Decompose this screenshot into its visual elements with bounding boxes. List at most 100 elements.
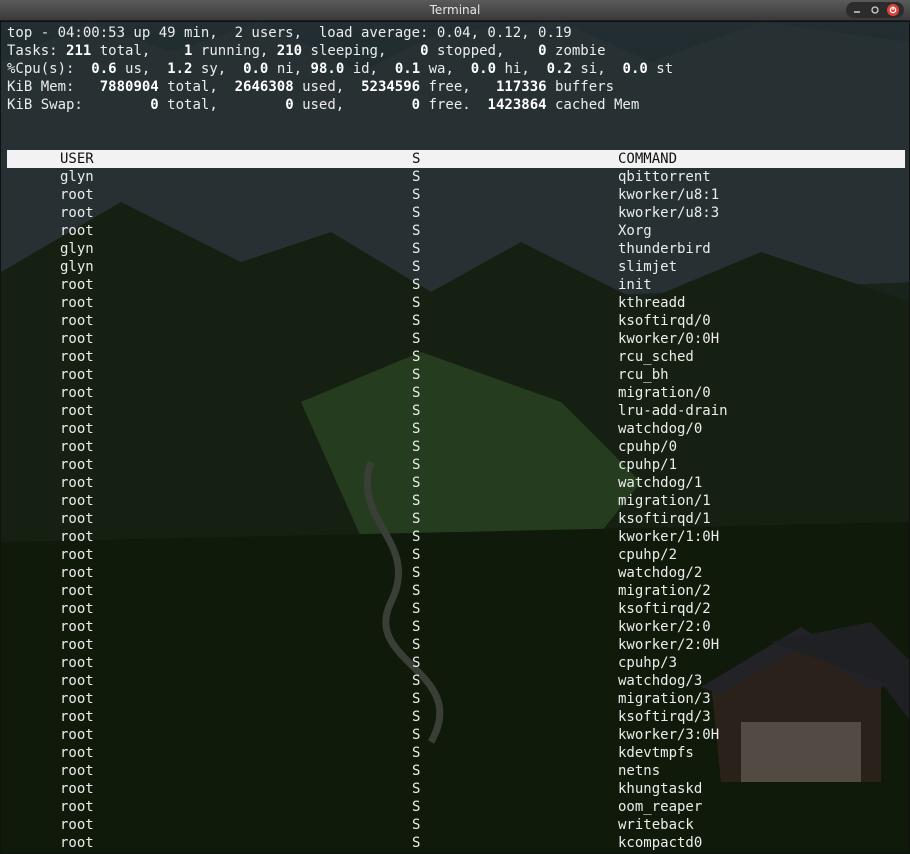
- minimize-button[interactable]: [851, 4, 863, 16]
- cell-command: qbittorrent: [618, 169, 711, 185]
- cell-command: migration/0: [618, 385, 711, 401]
- cell-s: S: [412, 439, 421, 455]
- cell-command: ksoftirqd/2: [618, 601, 711, 617]
- window-titlebar[interactable]: Terminal: [0, 0, 910, 21]
- mem-line: KiB Mem: 7880904 total, 2646308 used, 52…: [7, 79, 615, 95]
- cell-user: root: [60, 367, 94, 383]
- cell-command: kthreadd: [618, 295, 686, 311]
- cell-user: root: [60, 349, 94, 365]
- cell-s: S: [412, 583, 421, 599]
- cell-command: cpuhp/2: [618, 547, 678, 563]
- cell-user: root: [60, 205, 94, 221]
- cell-command: kworker/u8:1: [618, 187, 720, 203]
- cell-s: S: [412, 223, 421, 239]
- cell-command: netns: [618, 763, 661, 779]
- close-button[interactable]: [887, 4, 899, 16]
- cell-s: S: [412, 295, 421, 311]
- minimize-icon: [854, 11, 860, 13]
- cell-command: Xorg: [618, 223, 652, 239]
- terminal-area[interactable]: top - 04:00:53 up 49 min, 2 users, load …: [0, 21, 910, 854]
- cell-user: root: [60, 529, 94, 545]
- cell-user: root: [60, 727, 94, 743]
- cell-command: kworker/2:0: [618, 619, 711, 635]
- cell-s: S: [412, 799, 421, 815]
- cell-s: S: [412, 745, 421, 761]
- maximize-icon: [871, 6, 879, 14]
- cell-command: kworker/3:0H: [618, 727, 720, 743]
- cell-user: root: [60, 745, 94, 761]
- uptime-line: top - 04:00:53 up 49 min, 2 users, load …: [7, 25, 572, 41]
- cell-user: root: [60, 673, 94, 689]
- cell-s: S: [412, 457, 421, 473]
- cell-command: khungtaskd: [618, 781, 703, 797]
- top-summary: top - 04:00:53 up 49 min, 2 users, load …: [7, 24, 673, 114]
- cell-user: root: [60, 331, 94, 347]
- cell-user: root: [60, 511, 94, 527]
- maximize-button[interactable]: [869, 4, 881, 16]
- cell-command: slimjet: [618, 259, 678, 275]
- cell-command: oom_reaper: [618, 799, 703, 815]
- cell-user: root: [60, 187, 94, 203]
- cell-user: root: [60, 583, 94, 599]
- cell-command: ksoftirqd/1: [618, 511, 711, 527]
- cell-s: S: [412, 385, 421, 401]
- cell-s: S: [412, 709, 421, 725]
- cell-user: root: [60, 835, 94, 851]
- cell-command: kworker/2:0H: [618, 637, 720, 653]
- cell-user: root: [60, 637, 94, 653]
- cell-user: root: [60, 457, 94, 473]
- cell-user: root: [60, 691, 94, 707]
- cell-command: thunderbird: [618, 241, 711, 257]
- cell-user: root: [60, 799, 94, 815]
- cell-s: S: [412, 259, 421, 275]
- cell-s: S: [412, 763, 421, 779]
- cell-s: S: [412, 529, 421, 545]
- cell-user: root: [60, 547, 94, 563]
- cell-s: S: [412, 313, 421, 329]
- cell-s: S: [412, 475, 421, 491]
- cell-command: cpuhp/3: [618, 655, 678, 671]
- cell-command: lru-add-drain: [618, 403, 728, 419]
- cell-user: root: [60, 655, 94, 671]
- window-title: Terminal: [429, 3, 481, 17]
- table-header-bar: [7, 150, 905, 168]
- cell-user: root: [60, 493, 94, 509]
- cell-s: S: [412, 781, 421, 797]
- cell-user: root: [60, 817, 94, 833]
- cell-command: kdevtmpfs: [618, 745, 694, 761]
- wallpaper-background: [1, 22, 909, 853]
- cell-user: root: [60, 619, 94, 635]
- cell-command: kworker/1:0H: [618, 529, 720, 545]
- cell-user: glyn: [60, 259, 94, 275]
- cell-command: kworker/u8:3: [618, 205, 720, 221]
- cell-s: S: [412, 691, 421, 707]
- cell-s: S: [412, 637, 421, 653]
- cell-user: root: [60, 277, 94, 293]
- cell-s: S: [412, 565, 421, 581]
- cell-user: root: [60, 295, 94, 311]
- cell-s: S: [412, 349, 421, 365]
- cell-command: rcu_sched: [618, 349, 694, 365]
- column-header-user: USER: [60, 151, 94, 167]
- cell-command: watchdog/1: [618, 475, 703, 491]
- window-controls: [846, 2, 904, 18]
- cell-user: root: [60, 223, 94, 239]
- cell-s: S: [412, 547, 421, 563]
- cell-s: S: [412, 835, 421, 851]
- cell-command: cpuhp/1: [618, 457, 678, 473]
- cell-user: root: [60, 313, 94, 329]
- cell-s: S: [412, 619, 421, 635]
- cell-s: S: [412, 367, 421, 383]
- cell-user: root: [60, 601, 94, 617]
- cell-s: S: [412, 673, 421, 689]
- cell-command: migration/3: [618, 691, 711, 707]
- cell-s: S: [412, 601, 421, 617]
- cell-s: S: [412, 403, 421, 419]
- swap-line: KiB Swap: 0 total, 0 used, 0 free. 14238…: [7, 97, 640, 113]
- cell-s: S: [412, 277, 421, 293]
- cell-user: root: [60, 439, 94, 455]
- cell-command: writeback: [618, 817, 694, 833]
- cell-user: root: [60, 709, 94, 725]
- cell-user: root: [60, 781, 94, 797]
- cell-command: kworker/0:0H: [618, 331, 720, 347]
